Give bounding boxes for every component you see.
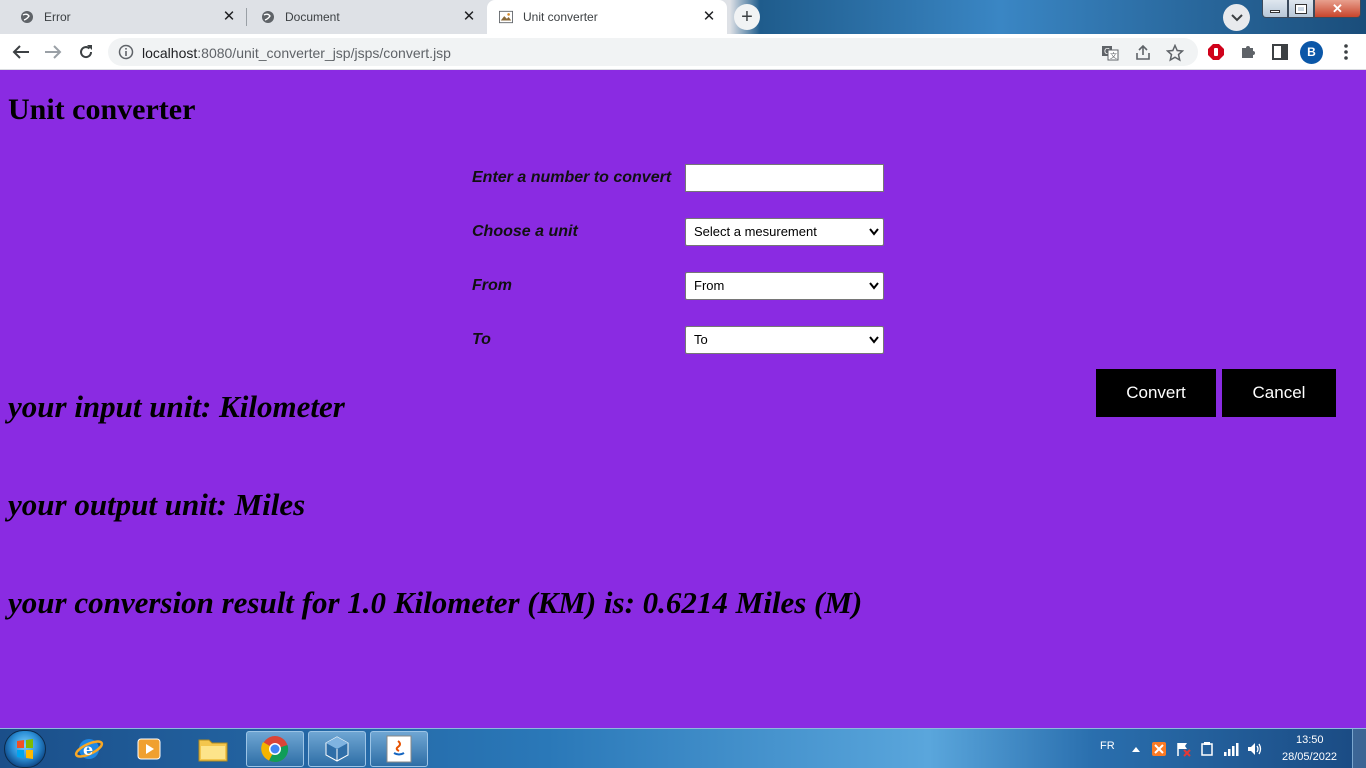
convert-button[interactable]: Convert [1096, 369, 1216, 417]
unit-select-value: Select a mesurement [694, 224, 817, 239]
show-desktop-button[interactable] [1352, 729, 1366, 768]
share-icon[interactable] [1134, 44, 1152, 62]
input-unit-result: your input unit: Kilometer [8, 389, 345, 424]
start-button[interactable] [4, 730, 46, 768]
tab-search-button[interactable] [1223, 4, 1250, 31]
bookmark-star-icon[interactable] [1166, 44, 1184, 62]
page-content: Unit converter Enter a number to convert… [0, 71, 1366, 728]
show-hidden-icons-icon[interactable] [1128, 741, 1144, 757]
profile-avatar[interactable]: B [1300, 41, 1323, 64]
number-label: Enter a number to convert [472, 169, 672, 186]
tab-error[interactable]: Error ✕ [0, 0, 247, 34]
svg-text:文: 文 [1110, 51, 1117, 60]
svg-text:e: e [83, 740, 93, 759]
page-image-icon [499, 10, 513, 24]
tab-unit-converter[interactable]: Unit converter ✕ [487, 0, 727, 34]
from-select-value: From [694, 278, 725, 293]
language-indicator[interactable]: FR [1100, 740, 1115, 752]
extensions-puzzle-icon[interactable] [1238, 42, 1258, 62]
to-label: To [472, 331, 491, 348]
restore-button[interactable] [1288, 0, 1314, 18]
url-text: localhost:8080/unit_converter_jsp/jsps/c… [142, 45, 451, 61]
xampp-tray-icon[interactable] [1151, 741, 1167, 757]
adblock-extension-icon[interactable] [1206, 42, 1226, 62]
volume-icon[interactable] [1247, 741, 1263, 757]
from-select[interactable]: From [685, 272, 884, 300]
output-unit-result: your output unit: Miles [8, 487, 306, 522]
java-icon[interactable] [370, 731, 428, 767]
conversion-result: your conversion result for 1.0 Kilometer… [8, 585, 863, 620]
virtualbox-icon[interactable] [308, 731, 366, 767]
chevron-down-icon [869, 228, 879, 236]
close-window-button[interactable]: ✕ [1314, 0, 1361, 18]
close-tab-icon[interactable]: ✕ [701, 9, 717, 25]
unit-label: Choose a unit [472, 223, 578, 240]
media-player-icon[interactable] [120, 731, 178, 767]
translate-icon[interactable]: G文 [1101, 44, 1119, 62]
tab-title: Document [285, 10, 340, 24]
globe-icon [20, 10, 34, 24]
device-tray-icon[interactable] [1199, 741, 1215, 757]
tab-document[interactable]: Document ✕ [247, 0, 487, 34]
side-panel-icon[interactable] [1270, 42, 1290, 62]
back-icon[interactable] [9, 40, 33, 64]
reload-icon[interactable] [74, 40, 98, 64]
clock-time[interactable]: 13:50 [1296, 734, 1324, 746]
menu-kebab-icon[interactable] [1336, 42, 1356, 62]
chevron-down-icon [1230, 13, 1243, 21]
chrome-icon[interactable] [246, 731, 304, 767]
new-tab-button[interactable]: + [734, 4, 760, 30]
from-label: From [472, 277, 512, 294]
number-input[interactable] [685, 164, 884, 192]
page-title: Unit converter [8, 93, 196, 126]
network-signal-icon[interactable] [1223, 741, 1239, 757]
windows-taskbar: e FR 13:50 28/05/2022 [0, 728, 1366, 768]
page-scrollbar[interactable] [1358, 70, 1366, 728]
close-tab-icon[interactable]: ✕ [461, 9, 477, 25]
site-info-icon[interactable] [118, 44, 134, 60]
to-select-value: To [694, 332, 708, 347]
address-bar[interactable]: localhost:8080/unit_converter_jsp/jsps/c… [108, 38, 1198, 66]
browser-toolbar: localhost:8080/unit_converter_jsp/jsps/c… [0, 34, 1366, 70]
close-tab-icon[interactable]: ✕ [221, 9, 237, 25]
cancel-button[interactable]: Cancel [1222, 369, 1336, 417]
unit-select[interactable]: Select a mesurement [685, 218, 884, 246]
chevron-down-icon [869, 336, 879, 344]
windows-logo-icon [17, 739, 33, 759]
browser-tab-strip: Error ✕ Document ✕ Unit converter ✕ + ✕ [0, 0, 1366, 34]
globe-icon [261, 10, 275, 24]
minimize-button[interactable] [1262, 0, 1288, 18]
chevron-down-icon [869, 282, 879, 290]
clock-date[interactable]: 28/05/2022 [1282, 751, 1337, 763]
internet-explorer-icon[interactable]: e [60, 731, 118, 767]
to-select[interactable]: To [685, 326, 884, 354]
tab-title: Unit converter [523, 10, 598, 24]
tab-title: Error [44, 10, 71, 24]
forward-icon[interactable] [41, 40, 65, 64]
action-center-flag-icon[interactable] [1175, 741, 1191, 757]
file-explorer-icon[interactable] [184, 731, 242, 767]
